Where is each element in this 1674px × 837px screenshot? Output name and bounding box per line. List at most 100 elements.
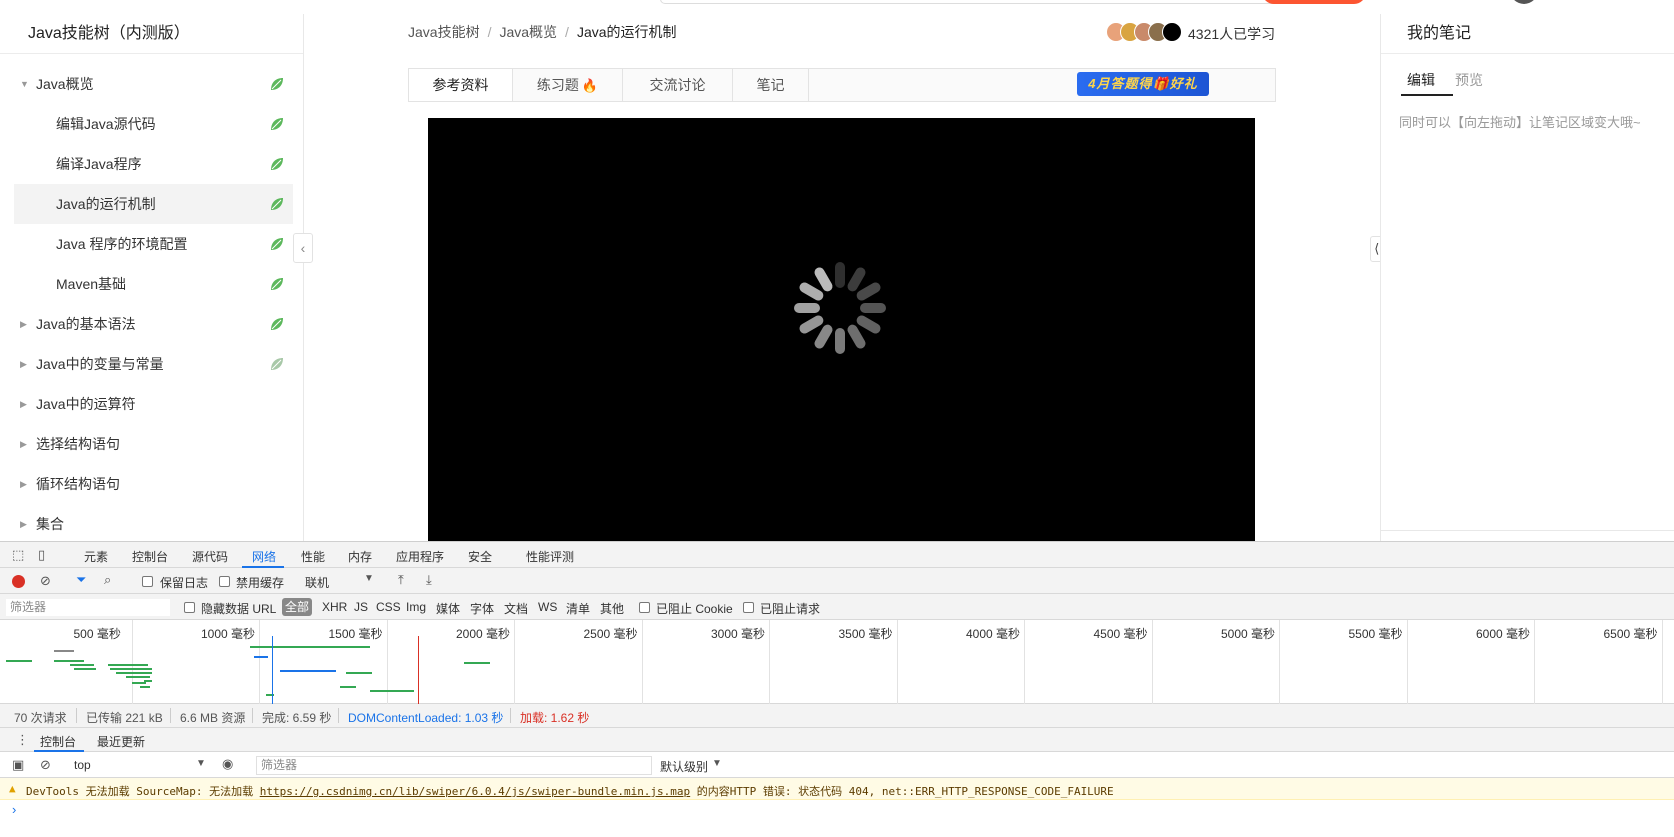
user-avatar[interactable]	[1510, 0, 1538, 4]
devtools-tab[interactable]: 源代码	[192, 548, 228, 565]
promo-banner[interactable]: 4月答题得🎁好礼	[1077, 72, 1209, 96]
sidebar-item[interactable]: ▶ 选择结构语句	[14, 424, 293, 464]
timeline-gridline	[896, 620, 898, 704]
type-filter-option[interactable]: 媒体	[436, 600, 460, 617]
warning-link[interactable]: https://g.csdnimg.cn/lib/swiper/6.0.4/js…	[260, 785, 690, 798]
device-toolbar-icon[interactable]: ▯	[38, 547, 45, 563]
throttle-select[interactable]: 联机	[305, 574, 329, 591]
divider	[338, 708, 339, 723]
sidebar-item-label: Java概览	[36, 76, 94, 92]
sidebar-item[interactable]: Maven基础	[14, 264, 293, 304]
network-filter-input[interactable]: 筛选器	[6, 599, 170, 616]
notes-tab-edit[interactable]: 编辑	[1407, 70, 1435, 90]
drawer-tabs: ⋮ 控制台 最近更新	[0, 728, 1674, 752]
devtools-tab[interactable]: 网络	[252, 548, 276, 565]
preserve-log-checkbox[interactable]	[142, 576, 153, 587]
type-filter-option[interactable]: JS	[354, 600, 368, 614]
sidebar-item[interactable]: ▶ Java的基本语法	[14, 304, 293, 344]
sidebar-item-label: 集合	[36, 516, 64, 532]
type-filter-option[interactable]: 其他	[600, 600, 624, 617]
filter-icon[interactable]: ⏷	[76, 572, 86, 588]
record-icon[interactable]	[12, 575, 25, 588]
chevron-down-icon[interactable]: ▼	[712, 758, 722, 769]
devtools-tab[interactable]: 控制台	[132, 548, 168, 565]
type-filter-option[interactable]: WS	[538, 600, 557, 614]
drawer-tab-whats-new[interactable]: 最近更新	[97, 733, 145, 750]
network-overview-timeline[interactable]: 500 毫秒 1000 毫秒 1500 毫秒 2000 毫秒 2500 毫秒 3000 毫…	[0, 620, 1674, 704]
inspect-element-icon[interactable]: ⬚	[12, 547, 24, 563]
type-filter-option[interactable]: 文档	[504, 600, 528, 617]
caret-down-icon[interactable]: ▼	[20, 64, 29, 104]
sidebar-item[interactable]: ▶ Java中的变量与常量	[14, 344, 293, 384]
top-search-button[interactable]	[1262, 0, 1366, 4]
leaf-progress-icon	[271, 118, 283, 130]
blocked-requests-checkbox[interactable]	[743, 602, 754, 613]
video-player[interactable]	[428, 118, 1255, 541]
devtools-tab[interactable]: 性能	[301, 548, 325, 565]
tab-notes[interactable]: 笔记	[733, 69, 809, 101]
log-level-select[interactable]: 默认级别	[660, 758, 708, 775]
breadcrumb-separator: /	[487, 24, 492, 40]
tab-reference[interactable]: 参考资料	[409, 69, 513, 101]
type-filter-all[interactable]: 全部	[282, 598, 313, 616]
sidebar-item[interactable]: ▼ Java概览	[14, 64, 293, 104]
clear-icon[interactable]: ⊘	[40, 573, 51, 589]
devtools-tab[interactable]: 安全	[468, 548, 492, 565]
sidebar-toggle-icon[interactable]: ▣	[12, 757, 24, 773]
request-waterfall-bar	[346, 672, 372, 674]
devtools-tab[interactable]: 元素	[84, 548, 108, 565]
notes-editor[interactable]: 同时可以【向左拖动】让笔记区域变大哦~	[1399, 112, 1641, 131]
clear-console-icon[interactable]: ⊘	[40, 757, 51, 773]
search-icon[interactable]: ⌕	[104, 572, 111, 588]
tab-exercises[interactable]: 练习题 🔥	[513, 69, 623, 101]
drawer-tab-console[interactable]: 控制台	[40, 733, 76, 750]
breadcrumb-item[interactable]: Java技能树	[408, 24, 480, 40]
devtools-tab[interactable]: 性能评测	[526, 548, 574, 565]
tab-discussion[interactable]: 交流讨论	[623, 69, 733, 101]
sidebar-item[interactable]: Java 程序的环境配置	[14, 224, 293, 264]
breadcrumb-item[interactable]: Java概览	[499, 24, 557, 40]
timeline-tick-label: 500 毫秒	[73, 627, 121, 641]
live-expression-eye-icon[interactable]: ◉	[222, 756, 233, 772]
more-options-icon[interactable]: ⋮	[16, 732, 29, 748]
caret-right-icon[interactable]: ▶	[20, 464, 27, 504]
tab-label: 参考资料	[432, 77, 489, 93]
notes-tab-preview[interactable]: 预览	[1455, 70, 1483, 90]
type-filter-option[interactable]: XHR	[322, 600, 347, 614]
skill-tree: ▼ Java概览编辑Java源代码 编译Java程序 Java的运行机制 Java 程序…	[0, 54, 303, 541]
devtools-tab[interactable]: 内存	[348, 548, 372, 565]
sidebar-item[interactable]: ▶ Java中的运算符	[14, 384, 293, 424]
chevron-down-icon[interactable]: ▼	[364, 573, 374, 584]
sidebar-item[interactable]: ▶ 集合	[14, 504, 293, 541]
type-filter-option[interactable]: CSS	[376, 600, 401, 614]
export-har-icon[interactable]: ⤓	[426, 572, 432, 588]
console-filter-input[interactable]: 筛选器	[256, 756, 652, 775]
caret-right-icon[interactable]: ▶	[20, 304, 27, 344]
sidebar-item[interactable]: 编译Java程序	[14, 144, 293, 184]
collapse-sidebar-button[interactable]: ‹	[293, 233, 313, 263]
spinner-segment	[794, 303, 820, 313]
caret-right-icon[interactable]: ▶	[20, 344, 27, 384]
disable-cache-checkbox[interactable]	[219, 576, 230, 587]
type-filter-option[interactable]: 字体	[470, 600, 494, 617]
sidebar-item[interactable]: 编辑Java源代码	[14, 104, 293, 144]
type-filter-option[interactable]: 清单	[566, 600, 590, 617]
top-search-bar[interactable]	[660, 0, 1280, 4]
divider	[170, 708, 171, 723]
hide-data-urls-checkbox[interactable]	[184, 602, 195, 613]
devtools-tab[interactable]: 应用程序	[396, 548, 444, 565]
type-filter-option[interactable]: Img	[406, 600, 426, 614]
context-select[interactable]: top	[70, 756, 206, 774]
spinner-segment	[835, 328, 845, 354]
chevron-down-icon[interactable]: ▼	[196, 758, 206, 769]
caret-right-icon[interactable]: ▶	[20, 504, 27, 541]
import-har-icon[interactable]: ⤒	[398, 572, 404, 588]
caret-right-icon[interactable]: ▶	[20, 424, 27, 464]
caret-right-icon[interactable]: ▶	[20, 384, 27, 424]
request-waterfall-bar	[254, 656, 268, 658]
sidebar-item[interactable]: Java的运行机制	[14, 184, 293, 224]
breadcrumb-separator: /	[565, 24, 569, 40]
blocked-cookies-checkbox[interactable]	[639, 602, 650, 613]
sidebar-item[interactable]: ▶ 循环结构语句	[14, 464, 293, 504]
console-prompt[interactable]: ›	[0, 800, 1674, 822]
